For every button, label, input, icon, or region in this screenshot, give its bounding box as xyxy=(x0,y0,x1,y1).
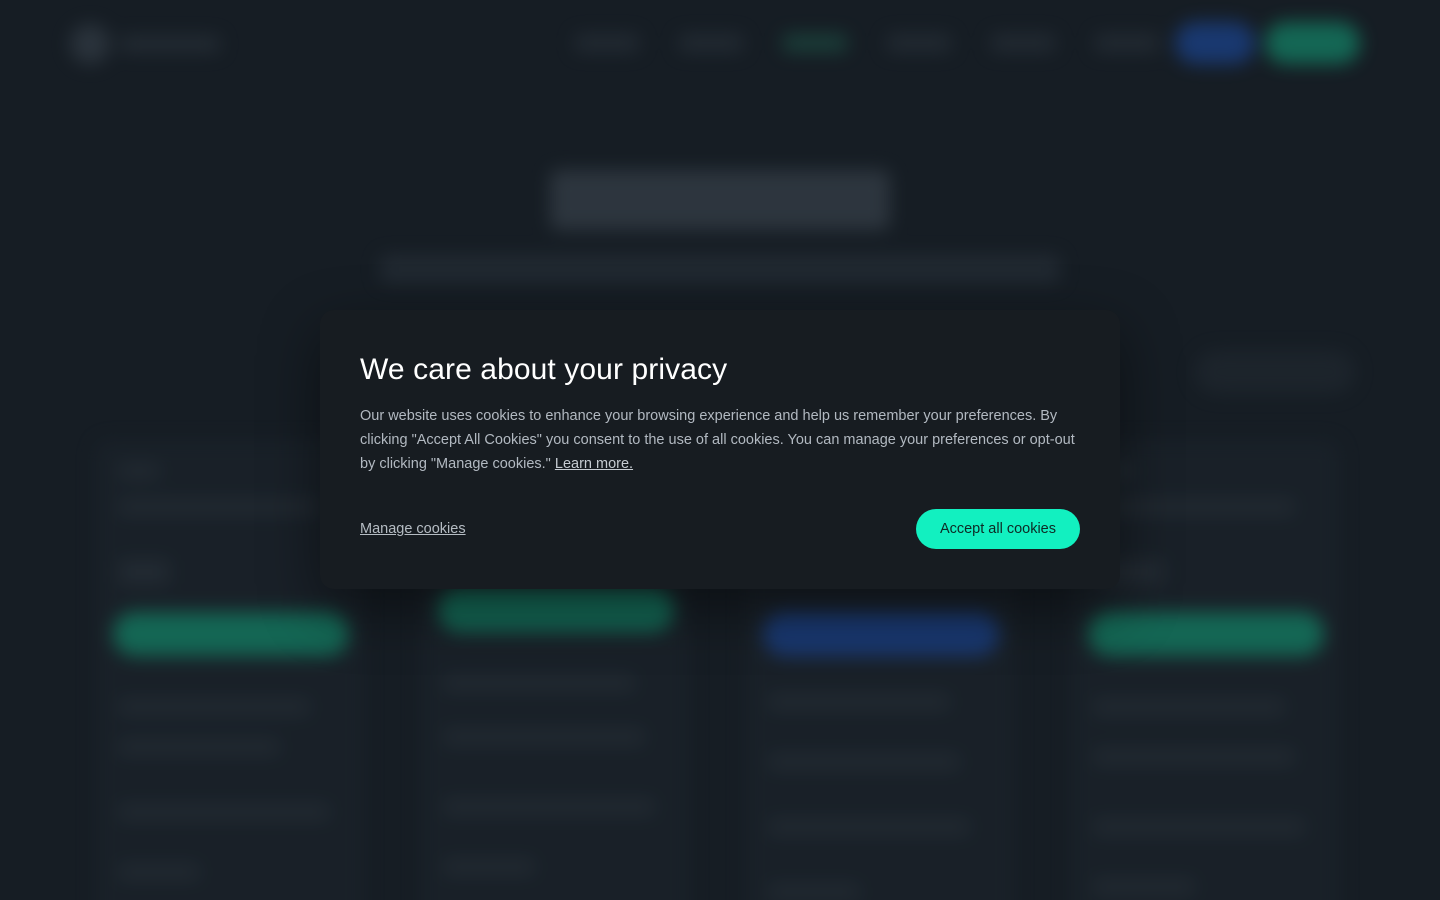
background-nav-link xyxy=(679,34,743,52)
cookie-modal-body: Our website uses cookies to enhance your… xyxy=(360,404,1080,476)
background-subheading xyxy=(380,255,1060,283)
manage-cookies-button[interactable]: Manage cookies xyxy=(360,521,466,537)
background-heading xyxy=(550,170,890,230)
cookie-modal-title: We care about your privacy xyxy=(360,353,728,386)
background-logo-text xyxy=(120,36,220,52)
background-nav-link xyxy=(991,34,1055,52)
background-navbar xyxy=(60,20,1380,68)
accept-all-cookies-button[interactable]: Accept all cookies xyxy=(915,509,1080,549)
background-nav-link xyxy=(575,34,639,52)
background-nav-link xyxy=(1095,34,1159,52)
background-nav-links xyxy=(575,34,1159,52)
background-billing-toggle xyxy=(1195,350,1355,394)
background-login-button xyxy=(1175,22,1255,64)
background-logo xyxy=(70,24,110,64)
cookie-consent-modal: We care about your privacy Our website u… xyxy=(320,310,1120,589)
background-nav-link xyxy=(783,34,847,52)
cookie-modal-actions: Manage cookies Accept all cookies xyxy=(360,509,1080,549)
page: We care about your privacy Our website u… xyxy=(0,0,1440,900)
cookie-modal-body-text: Our website uses cookies to enhance your… xyxy=(360,408,1075,472)
background-signup-button xyxy=(1265,22,1360,64)
learn-more-link[interactable]: Learn more. xyxy=(555,456,633,472)
background-nav-link xyxy=(887,34,951,52)
